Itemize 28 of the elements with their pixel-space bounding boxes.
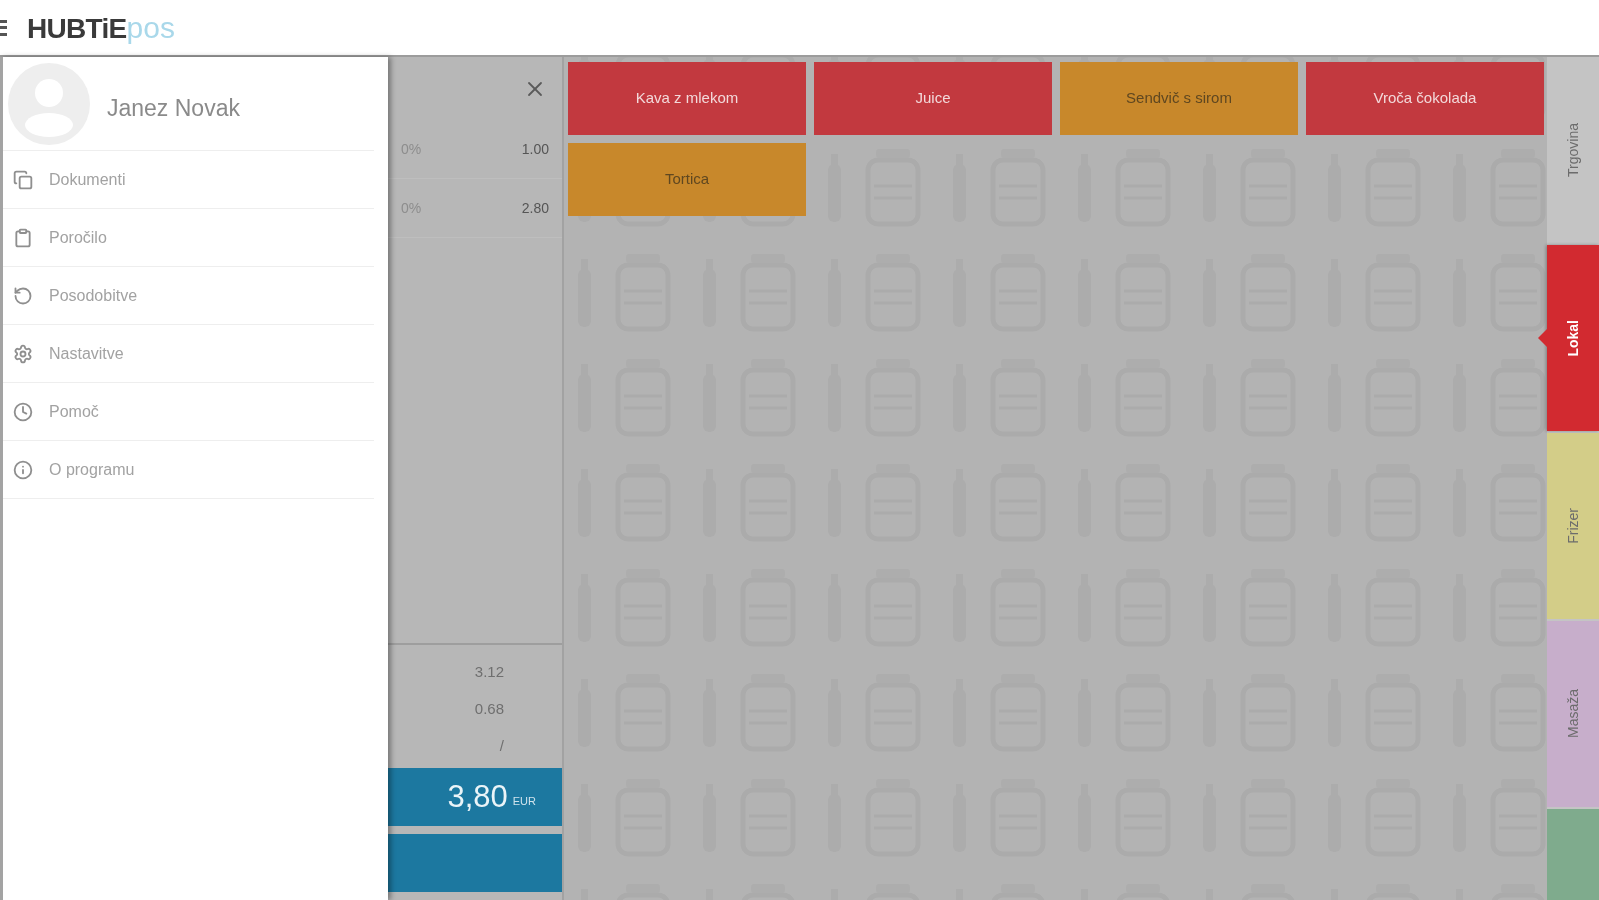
user-name: Janez Novak: [107, 94, 240, 124]
product-button[interactable]: Sendvič s sirom: [1060, 62, 1298, 135]
total-value: /: [499, 736, 504, 756]
menu-item[interactable]: Pomoč: [3, 383, 374, 441]
product-button[interactable]: Tortica: [568, 143, 806, 216]
product-button[interactable]: Vroča čokolada: [1306, 62, 1544, 135]
gear-icon: [13, 343, 33, 364]
menu-item[interactable]: Posodobitve: [3, 267, 374, 325]
pay-button[interactable]: 3,80 EUR: [388, 768, 562, 826]
info-icon: [13, 459, 33, 480]
logo-text: HUBTiE: [27, 12, 127, 46]
rotate-arrow-icon: [13, 285, 33, 306]
clipboard-icon: [13, 227, 33, 248]
category-tab[interactable]: Lokal: [1547, 245, 1599, 431]
menu-icon[interactable]: [0, 19, 7, 36]
category-tab[interactable]: Frizer: [1547, 433, 1599, 619]
category-tab[interactable]: Masaža: [1547, 621, 1599, 807]
product-button[interactable]: Juice: [814, 62, 1052, 135]
logo-suffix: pos: [126, 10, 175, 46]
menu-item[interactable]: O programu: [3, 441, 374, 499]
menu-item[interactable]: Poročilo: [3, 209, 374, 267]
total-value: 3.12: [474, 662, 504, 682]
clock-icon: [13, 401, 33, 422]
product-button[interactable]: Kava z mlekom: [568, 62, 806, 135]
total-value: 0.68: [474, 699, 504, 719]
menu-item[interactable]: Nastavitve: [3, 325, 374, 383]
menu-item[interactable]: Dokumenti: [3, 151, 374, 209]
copy-icon: [13, 169, 33, 190]
